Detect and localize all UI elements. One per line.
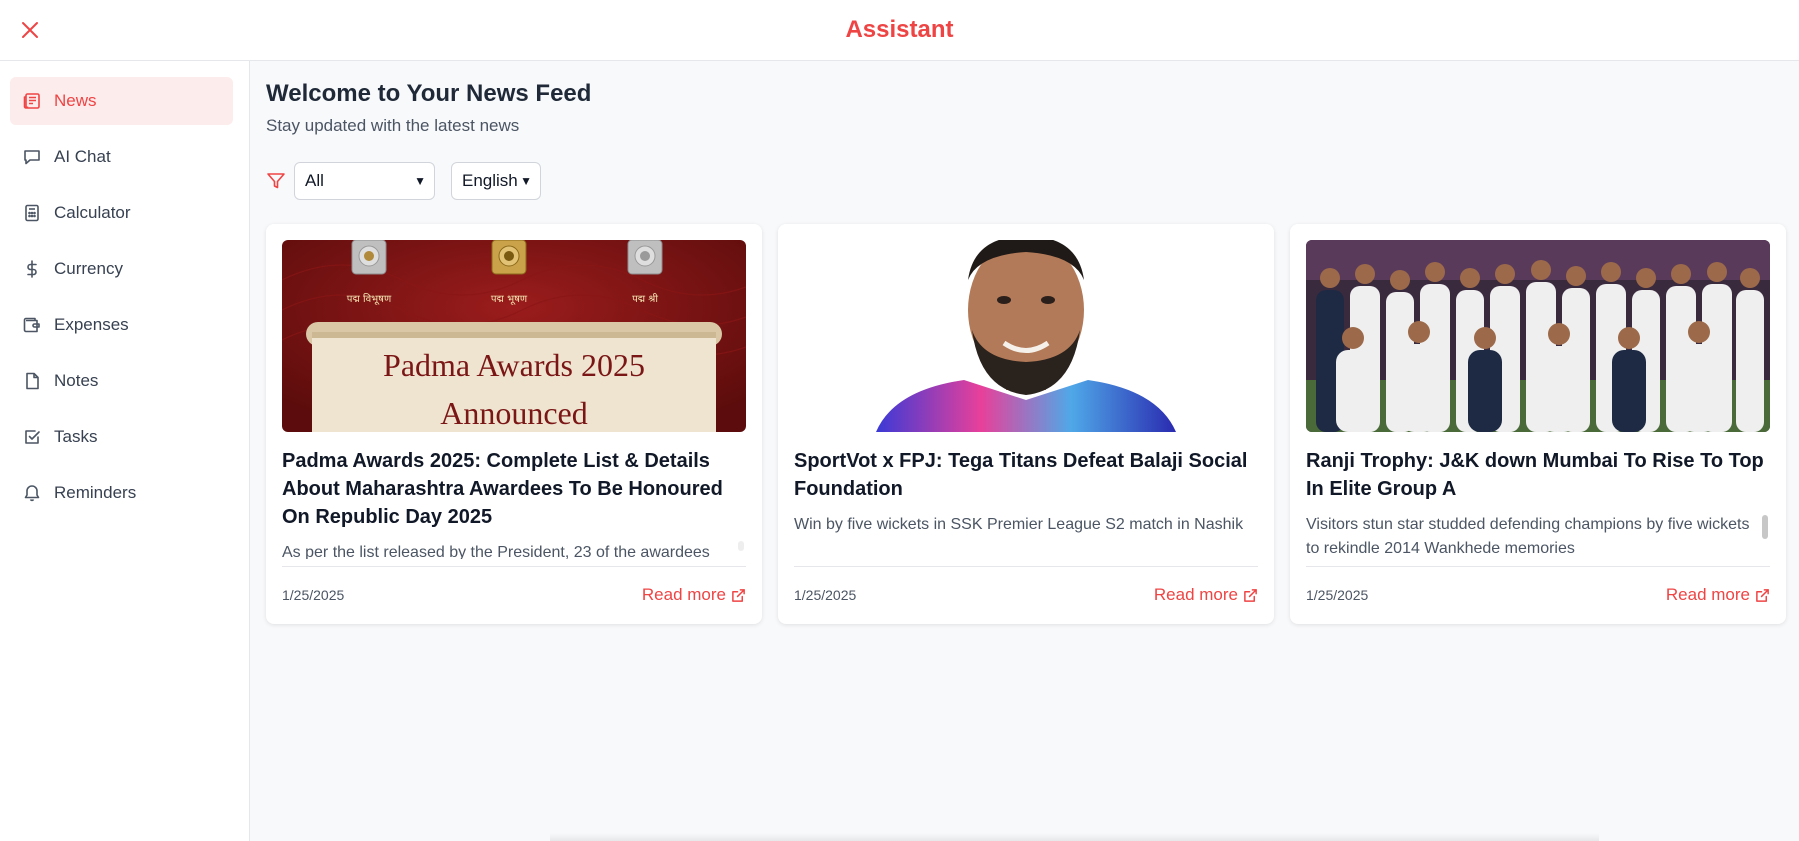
sidebar-item-label: Tasks [54, 427, 98, 446]
article-title[interactable]: Padma Awards 2025: Complete List & Detai… [282, 447, 746, 531]
filter-bar: All ▼ English ▼ [266, 162, 541, 200]
top-bar: Assistant [0, 0, 1799, 61]
article-description-scroll[interactable]: As per the list released by the Presiden… [282, 541, 746, 559]
article-title[interactable]: SportVot x FPJ: Tega Titans Defeat Balaj… [794, 447, 1258, 503]
read-more-label: Read more [1665, 585, 1750, 604]
read-more-label: Read more [641, 585, 726, 604]
banner-line-2: Announced [440, 395, 588, 431]
article-image[interactable]: पद्म विभूषण पद्म भूषण पद्म श्री Padma Aw… [282, 240, 746, 432]
sidebar-item-news[interactable]: News [10, 77, 233, 125]
sidebar: News AI Chat Calculator Currency Expense… [0, 61, 250, 841]
file-icon [22, 371, 42, 391]
news-card: SportVot x FPJ: Tega Titans Defeat Balaj… [778, 224, 1274, 624]
article-image[interactable] [794, 240, 1258, 432]
read-more-label: Read more [1153, 585, 1238, 604]
calculator-icon [22, 203, 42, 223]
sidebar-item-reminders[interactable]: Reminders [10, 469, 233, 517]
language-select[interactable]: English ▼ [451, 162, 541, 200]
card-footer: 1/25/2025 Read more [282, 566, 746, 624]
sidebar-item-notes[interactable]: Notes [10, 357, 233, 405]
read-more-link[interactable]: Read more [642, 585, 746, 605]
news-card: पद्म विभूषण पद्म भूषण पद्म श्री Padma Aw… [266, 224, 762, 624]
language-select-value: English [462, 171, 518, 190]
external-link-icon [1244, 588, 1257, 602]
category-select-value: All [305, 171, 324, 190]
read-more-link[interactable]: Read more [1666, 585, 1770, 605]
external-link-icon [732, 588, 745, 602]
wallet-icon [22, 315, 42, 335]
article-description-scroll[interactable]: Win by five wickets in SSK Premier Leagu… [794, 513, 1258, 543]
bell-icon [22, 483, 42, 503]
medal-label: पद्म भूषण [491, 294, 528, 305]
chevron-down-icon: ▼ [414, 174, 426, 188]
sidebar-item-currency[interactable]: Currency [10, 245, 233, 293]
article-description-scroll[interactable]: Visitors stun star studded defending cha… [1306, 513, 1770, 555]
banner-line-1: Padma Awards 2025 [383, 347, 645, 383]
main-content: Welcome to Your News Feed Stay updated w… [250, 61, 1799, 841]
article-description: Visitors stun star studded defending cha… [1306, 516, 1750, 555]
article-title[interactable]: Ranji Trophy: J&K down Mumbai To Rise To… [1306, 447, 1770, 503]
article-image[interactable] [1306, 240, 1770, 432]
category-select[interactable]: All ▼ [294, 162, 435, 200]
sidebar-item-calculator[interactable]: Calculator [10, 189, 233, 237]
sidebar-item-label: AI Chat [54, 147, 111, 166]
chevron-down-icon: ▼ [520, 174, 532, 188]
checkbox-icon [22, 427, 42, 447]
article-date: 1/25/2025 [282, 587, 345, 603]
article-date: 1/25/2025 [794, 587, 857, 603]
read-more-link[interactable]: Read more [1154, 585, 1258, 605]
sidebar-item-label: Notes [54, 371, 99, 390]
card-footer: 1/25/2025 Read more [794, 566, 1258, 624]
sidebar-item-expenses[interactable]: Expenses [10, 301, 233, 349]
news-card: Ranji Trophy: J&K down Mumbai To Rise To… [1290, 224, 1786, 624]
sidebar-item-label: Expenses [54, 315, 129, 334]
scrollbar[interactable] [738, 541, 744, 551]
scrollbar[interactable] [1762, 515, 1768, 539]
article-date: 1/25/2025 [1306, 587, 1369, 603]
dollar-icon [22, 259, 42, 279]
newspaper-icon [22, 91, 42, 111]
sidebar-item-label: Reminders [54, 483, 137, 502]
filter-icon [266, 171, 286, 191]
sidebar-item-label: Calculator [54, 203, 131, 222]
external-link-icon [1756, 588, 1769, 602]
article-description: As per the list released by the Presiden… [282, 544, 710, 559]
medal-label: पद्म विभूषण [347, 293, 392, 305]
bottom-shadow [550, 833, 1599, 841]
sidebar-item-label: News [54, 91, 97, 110]
page-title: Welcome to Your News Feed [266, 80, 592, 107]
sidebar-item-tasks[interactable]: Tasks [10, 413, 233, 461]
app-title: Assistant [845, 16, 954, 43]
sidebar-item-label: Currency [54, 259, 123, 278]
page-subtitle: Stay updated with the latest news [266, 116, 520, 135]
chat-bubble-icon [22, 147, 42, 167]
medal-label: पद्म श्री [632, 293, 658, 305]
article-description: Win by five wickets in SSK Premier Leagu… [794, 516, 1244, 533]
card-footer: 1/25/2025 Read more [1306, 566, 1770, 624]
sidebar-item-ai-chat[interactable]: AI Chat [10, 133, 233, 181]
